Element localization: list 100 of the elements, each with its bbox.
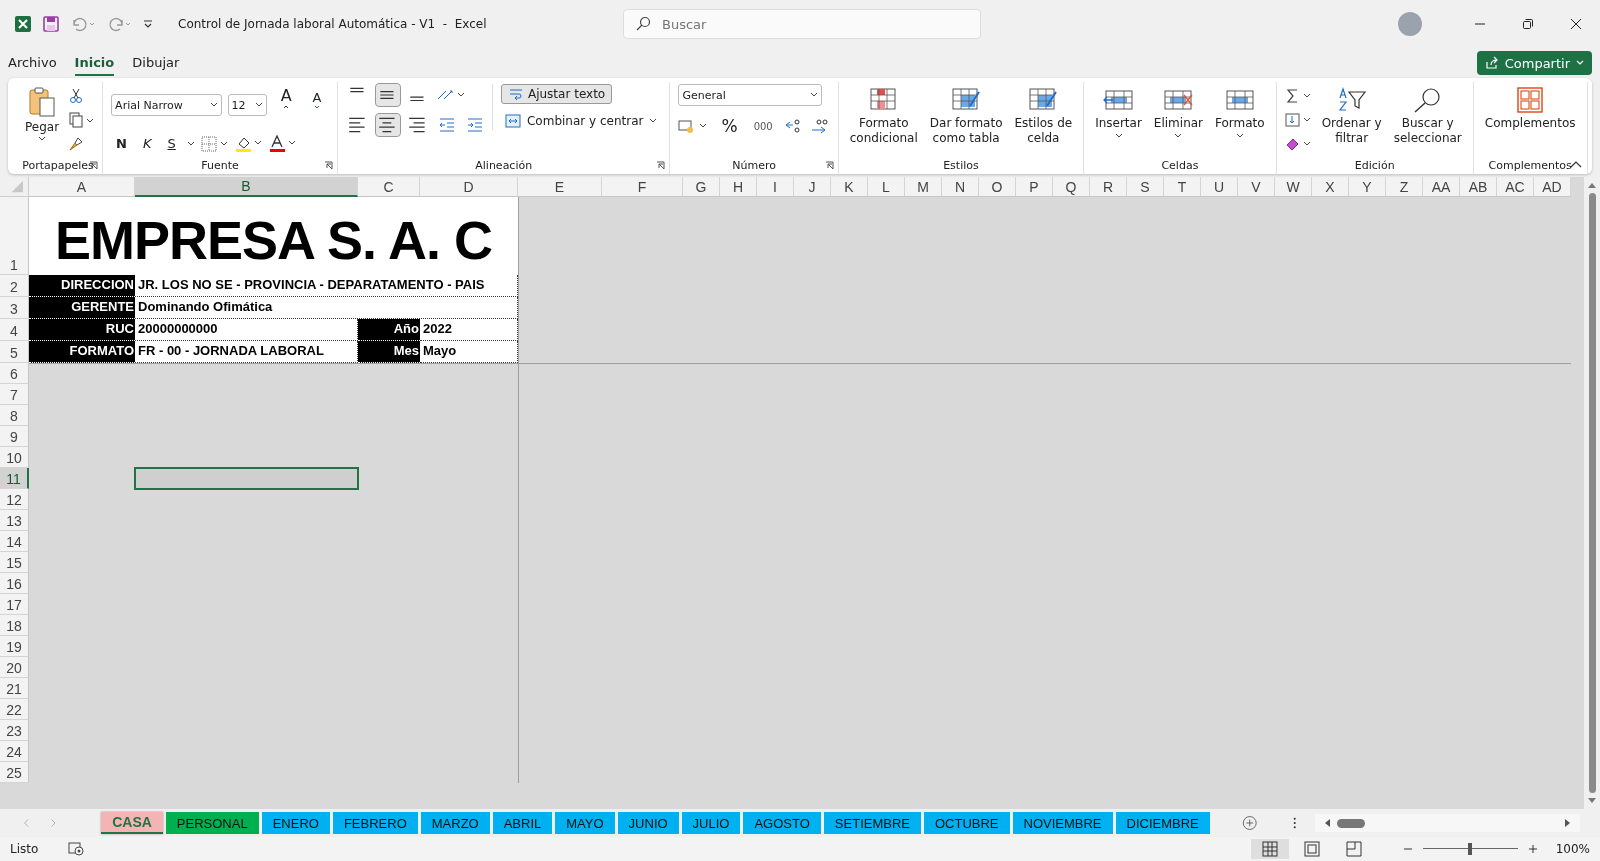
column-header[interactable]: R <box>1090 177 1127 197</box>
accessibility-icon[interactable] <box>68 842 85 856</box>
font-name-dropdown[interactable]: Arial Narrow <box>111 94 222 116</box>
column-header[interactable]: I <box>757 177 794 197</box>
dialog-launcher-icon[interactable] <box>656 160 666 170</box>
cells-button[interactable]: Insertar <box>1092 84 1145 141</box>
column-header[interactable]: C <box>358 177 420 197</box>
align-button[interactable] <box>375 114 400 136</box>
column-header[interactable]: AB <box>1460 177 1497 197</box>
row-header[interactable]: 9 <box>0 426 29 447</box>
sheet-tab[interactable]: DICIEMBRE <box>1115 812 1210 834</box>
horizontal-scrollbar[interactable] <box>1314 814 1580 832</box>
customize-toolbar-icon[interactable] <box>142 18 154 30</box>
sum-icon[interactable] <box>1284 88 1313 104</box>
column-header[interactable]: Y <box>1349 177 1386 197</box>
row-header[interactable]: 24 <box>0 741 29 762</box>
font-color-icon[interactable] <box>268 134 297 153</box>
cells-button[interactable]: Eliminar <box>1150 84 1207 141</box>
editing-button[interactable]: Buscar y seleccionar <box>1390 84 1465 148</box>
row-header[interactable]: 6 <box>0 363 29 384</box>
row-header[interactable]: 2 <box>0 275 29 297</box>
collapse-ribbon-icon[interactable] <box>1570 160 1582 168</box>
save-icon[interactable] <box>42 15 60 33</box>
ribbon-tab[interactable]: Dibujar <box>132 50 180 76</box>
search-field[interactable]: Buscar <box>623 9 981 39</box>
normal-view-icon[interactable] <box>1250 839 1289 859</box>
sheet-tab[interactable]: JULIO <box>681 812 741 834</box>
wrap-text-button[interactable]: Ajustar texto <box>500 84 613 104</box>
row-header[interactable]: 19 <box>0 636 29 657</box>
row-header[interactable]: 22 <box>0 699 29 720</box>
row-header[interactable]: 18 <box>0 615 29 636</box>
sheet-tab[interactable]: MARZO <box>420 812 490 834</box>
column-header[interactable]: D <box>420 177 518 197</box>
row-header[interactable]: 4 <box>0 319 29 341</box>
sheet-tab[interactable]: SETIEMBRE <box>823 812 921 834</box>
column-header[interactable]: K <box>831 177 868 197</box>
active-cell[interactable] <box>134 467 359 490</box>
column-header[interactable]: AD <box>1534 177 1571 197</box>
row-header[interactable]: 8 <box>0 405 29 426</box>
zoom-in-icon[interactable] <box>1527 844 1538 854</box>
row-header[interactable]: 13 <box>0 510 29 531</box>
row-header[interactable]: 1 <box>0 197 29 275</box>
row-header[interactable]: 11 <box>0 468 29 489</box>
number-format-dropdown[interactable]: General <box>678 84 823 106</box>
row-header[interactable]: 14 <box>0 531 29 552</box>
more-options-icon[interactable] <box>1293 816 1297 830</box>
column-header[interactable]: Q <box>1053 177 1090 197</box>
merge-center-button[interactable]: Combinar y centrar <box>500 112 662 130</box>
column-header[interactable]: W <box>1275 177 1312 197</box>
column-header[interactable]: A <box>29 177 135 197</box>
column-header[interactable]: N <box>942 177 979 197</box>
eraser-icon[interactable] <box>1284 136 1313 152</box>
column-header[interactable]: Z <box>1386 177 1423 197</box>
column-header[interactable]: V <box>1238 177 1275 197</box>
align-button[interactable] <box>375 84 400 106</box>
paintbrush-icon[interactable] <box>68 136 85 152</box>
scrollbar-thumb[interactable] <box>1588 193 1596 793</box>
row-header[interactable]: 10 <box>0 447 29 468</box>
fill-down-icon[interactable] <box>1284 112 1313 128</box>
row-header[interactable]: 3 <box>0 297 29 319</box>
row-header[interactable]: 21 <box>0 678 29 699</box>
column-header[interactable]: O <box>979 177 1016 197</box>
row-header[interactable]: 20 <box>0 657 29 678</box>
dialog-launcher-icon[interactable] <box>323 160 333 170</box>
sheet-tab[interactable]: JUNIO <box>617 812 679 834</box>
styles-button[interactable]: Estilos de celda <box>1011 84 1076 148</box>
underline-button[interactable]: S <box>162 134 181 153</box>
column-header[interactable]: H <box>720 177 757 197</box>
sheet-tab[interactable]: OCTUBRE <box>923 812 1010 834</box>
column-header[interactable]: P <box>1016 177 1053 197</box>
row-header[interactable]: 23 <box>0 720 29 741</box>
italic-button[interactable]: K <box>138 134 157 153</box>
dialog-launcher-icon[interactable] <box>824 160 834 170</box>
bold-button[interactable]: N <box>111 134 132 153</box>
font-size-dropdown[interactable]: 12 <box>227 94 268 116</box>
vertical-scrollbar[interactable] <box>1584 177 1600 809</box>
scrollbar-thumb[interactable] <box>1336 818 1365 828</box>
column-header[interactable]: J <box>794 177 831 197</box>
row-header[interactable]: 7 <box>0 384 29 405</box>
sheet-tab[interactable]: ABRIL <box>492 812 553 834</box>
column-header[interactable]: U <box>1201 177 1238 197</box>
caret-icon[interactable] <box>186 140 195 147</box>
ribbon-tab[interactable]: Archivo <box>8 50 57 76</box>
column-header[interactable]: AA <box>1423 177 1460 197</box>
column-header[interactable]: E <box>518 177 602 197</box>
column-header[interactable]: L <box>868 177 905 197</box>
decrease-decimal-icon[interactable] <box>809 118 830 134</box>
add-sheet-icon[interactable] <box>1241 814 1258 832</box>
row-header[interactable]: 12 <box>0 489 29 510</box>
styles-button[interactable]: Formato condicional <box>846 84 921 148</box>
restore-icon[interactable] <box>1522 18 1534 30</box>
sheet-tab[interactable]: FEBRERO <box>332 812 418 834</box>
scissors-icon[interactable] <box>68 88 85 104</box>
paste-button[interactable]: Pegar <box>22 84 63 144</box>
sheet-tab[interactable]: ENERO <box>261 812 330 834</box>
row-header[interactable]: 5 <box>0 341 29 363</box>
column-header[interactable]: X <box>1312 177 1349 197</box>
column-header[interactable]: S <box>1127 177 1164 197</box>
column-header[interactable]: T <box>1164 177 1201 197</box>
zoom-slider-thumb[interactable] <box>1468 843 1473 855</box>
